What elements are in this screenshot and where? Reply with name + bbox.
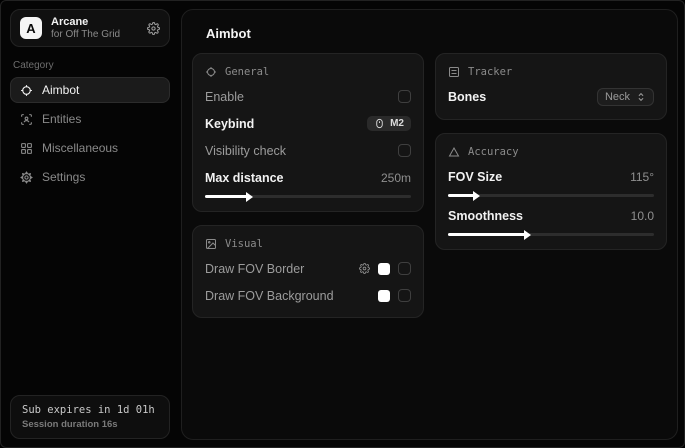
sidebar-item-settings[interactable]: Settings <box>10 164 170 190</box>
card-title: Visual <box>225 238 263 250</box>
fov-background-row: Draw FOV Background <box>205 287 411 304</box>
triangle-icon <box>448 146 460 158</box>
keybind-label: Keybind <box>205 117 254 131</box>
sidebar: A Arcane for Off The Grid Category Aimbo… <box>1 1 179 447</box>
enable-checkbox[interactable] <box>398 90 411 103</box>
card-title: General <box>225 66 269 78</box>
session-duration-text: Session duration 16s <box>22 419 158 430</box>
app-window: A Arcane for Off The Grid Category Aimbo… <box>0 0 685 448</box>
sidebar-item-label: Aimbot <box>42 83 79 97</box>
subscription-panel: Sub expires in 1d 01h Session duration 1… <box>10 395 170 439</box>
sidebar-item-aimbot[interactable]: Aimbot <box>10 77 170 103</box>
visibility-check-checkbox[interactable] <box>398 144 411 157</box>
image-icon <box>205 238 217 250</box>
fov-size-label: FOV Size <box>448 170 502 184</box>
app-header: A Arcane for Off The Grid <box>10 9 170 47</box>
gear-icon[interactable] <box>147 22 160 35</box>
page-title: Aimbot <box>206 26 667 41</box>
max-distance-label: Max distance <box>205 171 284 185</box>
gear-icon <box>20 171 33 184</box>
sidebar-item-label: Entities <box>42 112 81 126</box>
smoothness-slider[interactable] <box>448 233 654 236</box>
bones-selected-value: Neck <box>605 91 630 103</box>
smoothness-row: Smoothness 10.0 <box>448 207 654 224</box>
max-distance-slider[interactable] <box>205 195 411 198</box>
enable-row: Enable <box>205 88 411 105</box>
sidebar-item-miscellaneous[interactable]: Miscellaneous <box>10 135 170 161</box>
card-title: Accuracy <box>468 146 519 158</box>
fov-background-color-swatch[interactable] <box>378 290 390 302</box>
app-title: Arcane <box>51 16 138 29</box>
fov-background-label: Draw FOV Background <box>205 289 334 303</box>
card-title: Tracker <box>468 66 512 78</box>
category-label: Category <box>13 60 167 71</box>
fov-background-checkbox[interactable] <box>398 289 411 302</box>
sidebar-item-label: Settings <box>42 170 85 184</box>
enable-label: Enable <box>205 90 244 104</box>
mouse-icon <box>374 118 385 129</box>
general-card: General Enable Keybind M2 <box>192 53 424 212</box>
main-panel: Aimbot General Enable <box>181 9 678 440</box>
keybind-row: Keybind M2 <box>205 115 411 132</box>
visibility-check-label: Visibility check <box>205 144 286 158</box>
app-logo: A <box>20 17 42 39</box>
chevrons-up-down-icon <box>636 92 646 102</box>
accuracy-card: Accuracy FOV Size 115° Smoothness 10.0 <box>435 133 667 250</box>
fov-border-label: Draw FOV Border <box>205 262 304 276</box>
max-distance-value: 250m <box>381 171 411 185</box>
gear-icon[interactable] <box>359 263 370 274</box>
visibility-check-row: Visibility check <box>205 142 411 159</box>
fov-border-checkbox[interactable] <box>398 262 411 275</box>
sidebar-item-label: Miscellaneous <box>42 141 118 155</box>
smoothness-label: Smoothness <box>448 209 523 223</box>
smoothness-value: 10.0 <box>631 209 654 223</box>
bones-select[interactable]: Neck <box>597 88 654 106</box>
app-subtitle: for Off The Grid <box>51 29 138 41</box>
crosshair-icon <box>205 66 217 78</box>
sub-expiry-text: Sub expires in 1d 01h <box>22 404 158 416</box>
bones-label: Bones <box>448 90 486 104</box>
keybind-value: M2 <box>390 118 404 129</box>
grid-icon <box>20 142 33 155</box>
fov-border-color-swatch[interactable] <box>378 263 390 275</box>
fov-size-slider[interactable] <box>448 194 654 197</box>
fov-size-value: 115° <box>630 170 654 184</box>
fov-size-row: FOV Size 115° <box>448 168 654 185</box>
tracker-icon <box>448 66 460 78</box>
max-distance-row: Max distance 250m <box>205 169 411 186</box>
entities-icon <box>20 113 33 126</box>
keybind-button[interactable]: M2 <box>367 116 411 131</box>
visual-card: Visual Draw FOV Border Draw <box>192 225 424 318</box>
fov-border-row: Draw FOV Border <box>205 260 411 277</box>
sidebar-item-entities[interactable]: Entities <box>10 106 170 132</box>
bones-row: Bones Neck <box>448 88 654 106</box>
crosshair-icon <box>20 84 33 97</box>
tracker-card: Tracker Bones Neck <box>435 53 667 120</box>
